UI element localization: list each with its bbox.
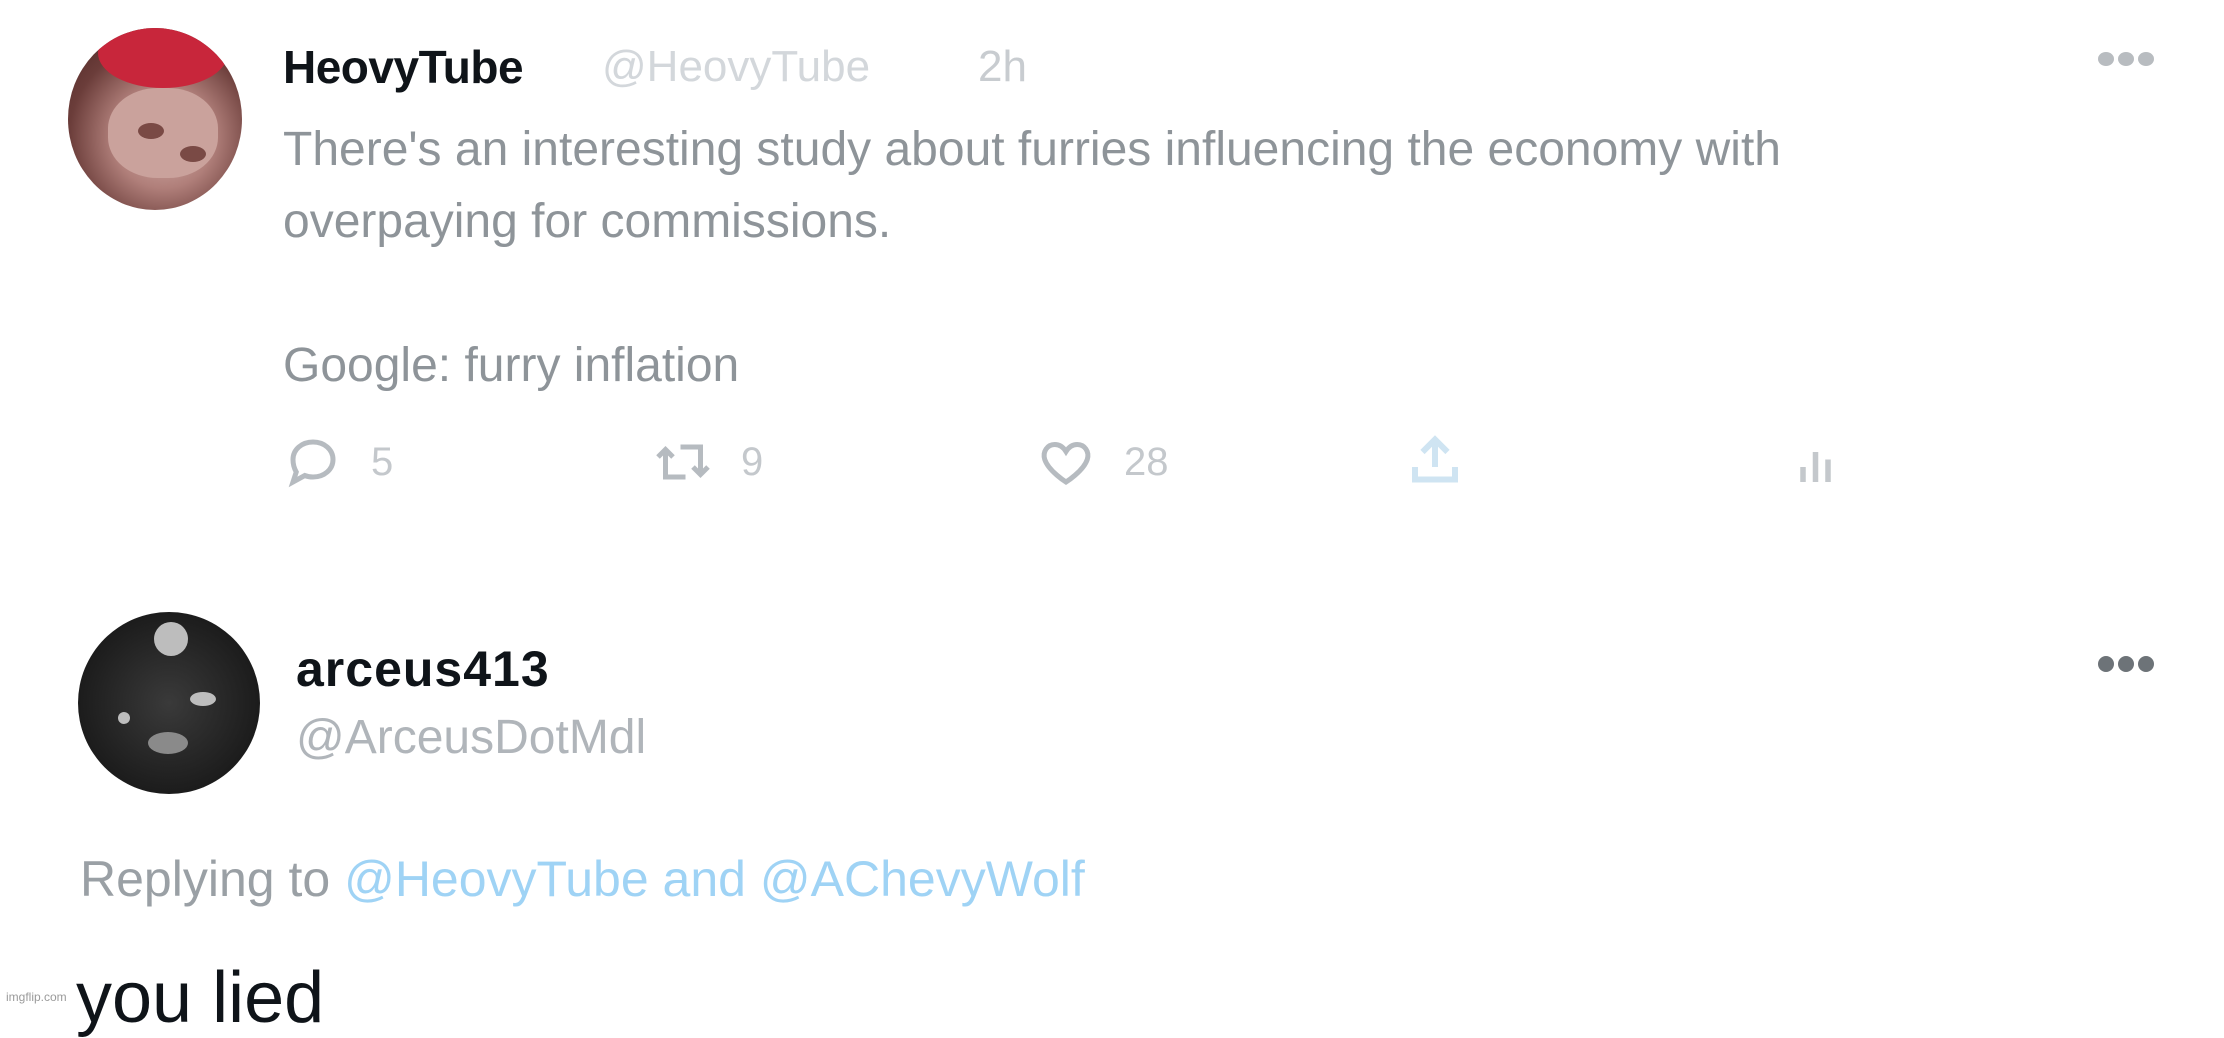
- retweet-count: 9: [741, 439, 764, 484]
- replying-prefix: Replying to: [80, 851, 331, 907]
- avatar-spot: [118, 712, 130, 724]
- reply-button[interactable]: 5: [283, 432, 393, 492]
- share-icon: [1412, 435, 1458, 483]
- more-icon[interactable]: [2098, 52, 2160, 66]
- tweet-actions: 5 9 28: [283, 432, 1883, 492]
- avatar-spot: [148, 732, 188, 754]
- more-icon[interactable]: [2098, 656, 2160, 672]
- analytics-button[interactable]: [1788, 432, 1848, 492]
- avatar-spot: [154, 622, 188, 656]
- display-name[interactable]: arceus413: [296, 640, 550, 698]
- tweet-text: There's an interesting study about furri…: [283, 123, 1781, 392]
- share-button[interactable]: [1405, 432, 1465, 492]
- retweet-button[interactable]: 9: [653, 432, 763, 492]
- like-count: 28: [1124, 439, 1169, 484]
- tweet-text: you lied: [76, 958, 325, 1038]
- display-name[interactable]: HeovyTube: [283, 40, 524, 94]
- user-handle[interactable]: @HeovyTube: [602, 42, 870, 92]
- retweet-icon: [656, 444, 710, 480]
- avatar-eye: [138, 123, 164, 139]
- watermark: imgflip.com: [6, 990, 67, 1004]
- user-handle[interactable]: @ArceusDotMdl: [296, 710, 646, 765]
- replying-mentions[interactable]: @HeovyTube and @AChevyWolf: [344, 851, 1085, 907]
- timestamp[interactable]: 2h: [978, 42, 1027, 92]
- avatar-spot: [190, 692, 216, 706]
- avatar-eye: [180, 146, 206, 162]
- reply-count: 5: [371, 439, 394, 484]
- like-button[interactable]: 28: [1036, 432, 1169, 492]
- avatar[interactable]: [68, 28, 242, 210]
- reply-icon: [288, 439, 336, 488]
- analytics-icon: [1800, 452, 1831, 482]
- avatar-hat: [98, 28, 228, 88]
- heart-icon: [1041, 441, 1091, 485]
- replying-to: Replying to @HeovyTube and @AChevyWolf: [80, 850, 1085, 908]
- avatar[interactable]: [78, 612, 260, 794]
